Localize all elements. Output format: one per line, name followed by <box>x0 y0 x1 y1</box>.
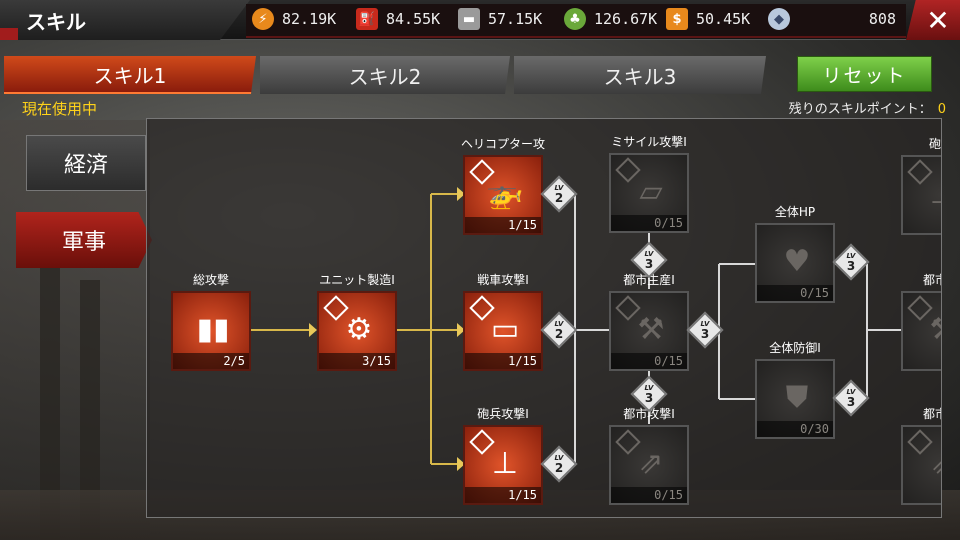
category-economy[interactable]: 経済 <box>26 135 146 191</box>
resource-value: 82.19K <box>282 10 337 28</box>
skill-node-general-attack[interactable]: 総攻撃 ▮▮ 2/5 <box>171 273 251 371</box>
steel-icon: ▬ <box>458 8 480 30</box>
resource-money: $ 50.45K <box>666 4 750 34</box>
category-military[interactable]: 軍事 <box>16 212 152 268</box>
missiles-icon: ⇗ <box>638 445 664 481</box>
tab-skill-3[interactable]: スキル3 <box>514 56 766 94</box>
skill-node-city-production-partial[interactable]: 都市生 ⚒ <box>901 273 941 371</box>
reset-button[interactable]: リセット <box>797 56 932 92</box>
skill-count: 1/15 <box>465 487 541 503</box>
skill-label: 砲撃 <box>928 137 941 151</box>
resource-oil: ⛽ 84.55K <box>356 4 440 34</box>
skill-node-tank-attack[interactable]: 戦車攻撃I ▭ 1/15 <box>463 273 543 371</box>
missile-truck-icon: ▱ <box>639 173 663 209</box>
skill-node-unit-production[interactable]: ユニット製造I ⚙ 3/15 <box>317 273 397 371</box>
skill-count: 0/15 <box>611 215 687 231</box>
wrench-icon: ⚒ <box>637 311 665 347</box>
close-button[interactable]: ✕ <box>906 0 960 40</box>
shell-icon: ▮▮ <box>196 311 230 347</box>
skill-count: 0/15 <box>611 487 687 503</box>
resource-diamond: ◆ 808 <box>768 4 904 34</box>
resource-value: 126.67K <box>594 10 658 28</box>
page-title: スキル <box>26 10 86 34</box>
skill-node-artillery-attack[interactable]: 砲兵攻撃I ⊥ 1/15 <box>463 407 543 505</box>
skill-label: 都市攻 <box>922 407 941 421</box>
lightning-icon: ⚡ <box>252 8 274 30</box>
skill-node-city-attack-partial[interactable]: 都市攻 ⇗ <box>901 407 941 505</box>
resource-energy: ⚡ 82.19K <box>252 4 336 34</box>
skill-label: 全体防御I <box>769 341 821 355</box>
artillery-icon: ⊥ <box>491 445 519 481</box>
resource-value: 50.45K <box>696 10 751 28</box>
skill-points-value: 0 <box>937 102 946 117</box>
resource-value: 57.15K <box>488 10 543 28</box>
tank-icon: ▭ <box>490 311 520 347</box>
wrench-icon: ⚒ <box>911 301 941 357</box>
skill-label: 砲兵攻撃I <box>477 407 529 421</box>
skill-label: 総攻撃 <box>192 273 229 287</box>
resource-value: 84.55K <box>386 10 441 28</box>
artillery-icon: ⊥ <box>911 165 941 221</box>
close-icon: ✕ <box>926 3 950 37</box>
skill-label: 全体HP <box>774 205 816 219</box>
skill-count: 0/15 <box>757 285 833 301</box>
missiles-icon: ⇗ <box>911 435 941 491</box>
top-bar: スキル ⚡ 82.19K ⛽ 84.55K ▬ 57.15K ♣ 126.67K… <box>0 0 960 40</box>
in-use-label: 現在使用中 <box>22 100 98 118</box>
skill-points: 残りのスキルポイント： 0 <box>789 98 946 117</box>
skill-label: ユニット製造I <box>319 273 395 287</box>
diamond-icon: ◆ <box>768 8 790 30</box>
resource-steel: ▬ 57.15K <box>458 4 542 34</box>
skill-count: 1/15 <box>465 353 541 369</box>
skill-node-helicopter-attack[interactable]: ヘリコプター攻 🚁 1/15 <box>461 137 545 235</box>
skill-label: 都市生 <box>922 273 941 287</box>
skill-count: 1/15 <box>465 217 541 233</box>
skill-node-total-hp[interactable]: 全体HP ♥ 0/15 <box>755 205 835 303</box>
money-icon: $ <box>666 8 688 30</box>
skill-count: 2/5 <box>173 353 249 369</box>
skill-label: ヘリコプター攻 <box>460 137 545 151</box>
skill-tree-panel: 総攻撃 ▮▮ 2/5 ユニット製造I ⚙ 3/15 ヘリコプター攻 🚁 1/15… <box>146 118 942 518</box>
resource-food: ♣ 126.67K <box>564 4 657 34</box>
heart-icon: ♥ <box>783 243 811 279</box>
resource-value: 808 <box>868 10 896 28</box>
skill-label: 戦車攻撃I <box>477 273 529 287</box>
skill-node-missile-attack[interactable]: ミサイル攻撃I ▱ 0/15 <box>609 135 689 233</box>
skill-label: ミサイル攻撃I <box>611 135 687 149</box>
helicopter-icon: 🚁 <box>486 175 524 211</box>
skill-node-city-production[interactable]: 都市生産I ⚒ 0/15 <box>609 273 689 371</box>
oil-barrel-icon: ⛽ <box>356 8 378 30</box>
skill-count: 0/15 <box>611 353 687 369</box>
skill-node-artillery-partial[interactable]: 砲撃 ⊥ <box>901 137 941 235</box>
gears-icon: ⚙ <box>345 311 373 347</box>
resource-bar: ⚡ 82.19K ⛽ 84.55K ▬ 57.15K ♣ 126.67K $ 5… <box>246 4 906 38</box>
skill-node-city-attack[interactable]: 都市攻撃I ⇗ 0/15 <box>609 407 689 505</box>
skill-points-label: 残りのスキルポイント： <box>788 102 932 117</box>
skill-node-total-defense[interactable]: 全体防御I ⛊ 0/30 <box>755 341 835 439</box>
tab-skill-1[interactable]: スキル1 <box>4 56 256 94</box>
shield-icon: ⛊ <box>785 379 809 415</box>
food-icon: ♣ <box>564 8 586 30</box>
tab-skill-2[interactable]: スキル2 <box>260 56 510 94</box>
skill-count: 0/30 <box>757 421 833 437</box>
skill-count: 3/15 <box>319 353 395 369</box>
